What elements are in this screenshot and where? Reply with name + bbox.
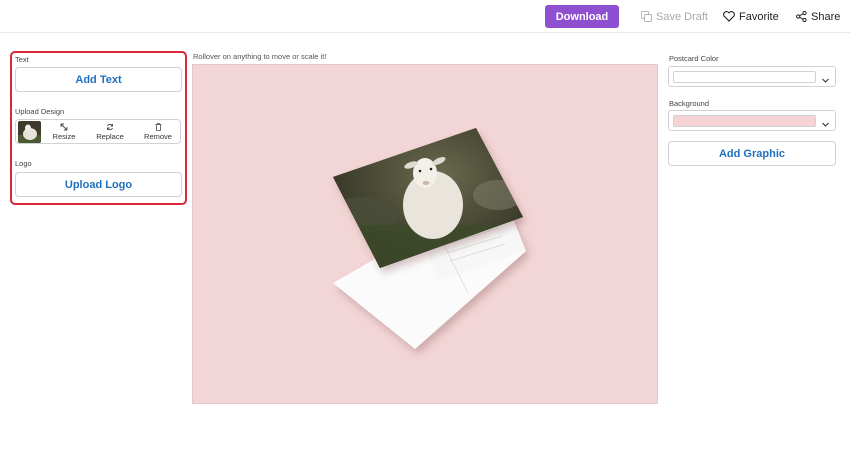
save-draft-label: Save Draft <box>656 10 708 23</box>
replace-label: Replace <box>96 132 124 141</box>
postcard-color-label: Postcard Color <box>669 54 719 63</box>
canvas-hint: Rollover on anything to move or scale it… <box>193 52 327 61</box>
resize-icon <box>44 122 84 132</box>
background-label: Background <box>669 99 710 108</box>
heart-icon <box>723 11 735 22</box>
share-label: Share <box>811 10 841 23</box>
upload-design-row: Resize Replace Remove <box>15 119 181 144</box>
resize-label: Resize <box>52 132 76 141</box>
top-toolbar: Download Save Draft Favorite Share <box>0 0 850 33</box>
replace-button[interactable]: Replace <box>90 122 130 143</box>
postcard-color-swatch <box>673 71 816 83</box>
favorite-label: Favorite <box>739 10 779 23</box>
background-color-swatch <box>673 115 816 127</box>
share-icon <box>796 11 807 22</box>
trash-icon <box>138 122 178 132</box>
save-draft-button[interactable]: Save Draft <box>641 7 708 26</box>
design-canvas[interactable] <box>192 64 658 404</box>
design-options-panel: Text Add Text Upload Design Resize Repla… <box>10 51 187 205</box>
remove-label: Remove <box>144 132 172 141</box>
copy-icon <box>641 11 652 22</box>
favorite-button[interactable]: Favorite <box>723 7 779 26</box>
add-graphic-button[interactable]: Add Graphic <box>668 141 836 166</box>
design-thumbnail <box>18 121 41 143</box>
add-text-button[interactable]: Add Text <box>15 67 182 92</box>
postcard-mockup[interactable] <box>193 65 658 404</box>
refresh-icon <box>90 122 130 132</box>
download-button[interactable]: Download <box>545 5 619 28</box>
resize-button[interactable]: Resize <box>44 122 84 143</box>
remove-button[interactable]: Remove <box>138 122 178 143</box>
chevron-down-icon <box>821 116 830 134</box>
logo-section-label: Logo <box>15 159 32 168</box>
postcard-color-select[interactable] <box>668 66 836 87</box>
text-section-label: Text <box>15 55 29 64</box>
share-button[interactable]: Share <box>796 7 840 26</box>
background-color-select[interactable] <box>668 110 836 131</box>
upload-logo-button[interactable]: Upload Logo <box>15 172 182 197</box>
chevron-down-icon <box>821 72 830 90</box>
upload-design-label: Upload Design <box>15 107 65 116</box>
